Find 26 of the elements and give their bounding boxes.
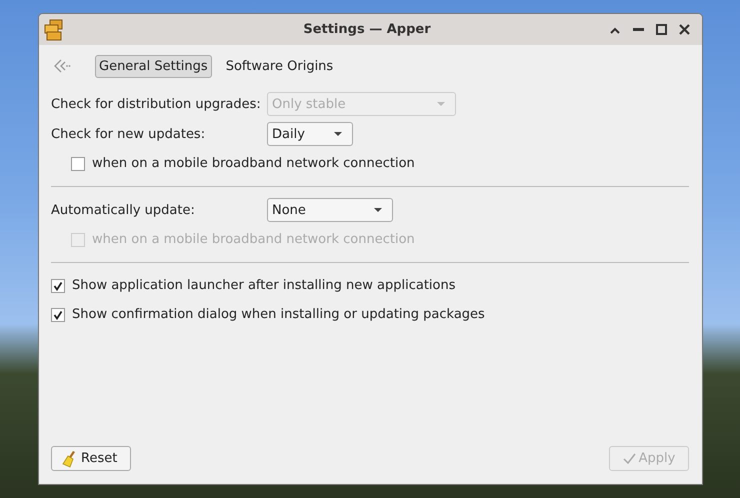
caret-icon <box>437 102 445 106</box>
chevron-up-icon[interactable] <box>609 26 621 34</box>
boxes-icon <box>43 18 65 40</box>
setting-label: Check for distribution upgrades: <box>51 96 262 112</box>
caret-icon <box>374 208 382 212</box>
maximize-icon[interactable] <box>656 24 667 35</box>
setting-label: Check for new updates: <box>51 126 206 142</box>
broom-icon <box>62 450 78 468</box>
caret-icon <box>334 132 342 136</box>
checkmark-icon <box>622 452 636 464</box>
setting-label: Automatically update: <box>51 202 196 218</box>
reset-button[interactable]: Reset <box>51 446 131 471</box>
settings-tab[interactable]: General Settings <box>95 54 212 78</box>
settings-tab[interactable]: Software Origins <box>222 54 338 78</box>
checkbox-label: when on a mobile broadband network connection <box>92 156 415 171</box>
close-icon[interactable] <box>679 24 690 35</box>
window-title: Settings — Apper <box>302 22 432 37</box>
checkbox-label: Show application launcher after installing new applications <box>72 278 456 293</box>
checkbox-label: Show confirmation dialog when installing or updating packages <box>72 307 485 322</box>
minimize-icon[interactable] <box>633 28 644 32</box>
checkbox[interactable] <box>71 156 85 170</box>
dropdown[interactable]: None <box>267 198 393 222</box>
checkbox[interactable] <box>51 308 65 322</box>
checkbox-label: when on a mobile broadband network connection <box>92 232 415 247</box>
dropdown[interactable]: Daily <box>267 122 353 146</box>
checkbox[interactable] <box>51 278 65 292</box>
